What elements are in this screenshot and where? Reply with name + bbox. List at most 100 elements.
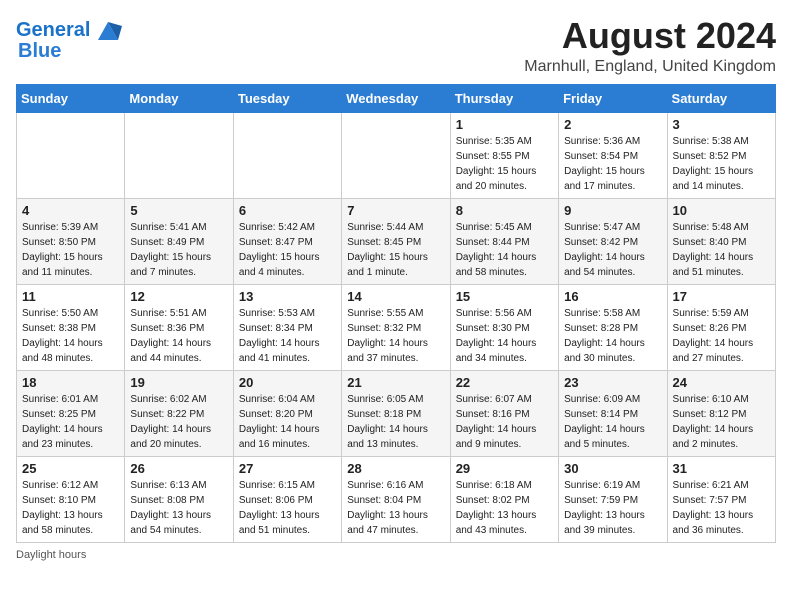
calendar-week-row: 25Sunrise: 6:12 AMSunset: 8:10 PMDayligh… xyxy=(17,456,776,542)
day-info: Sunrise: 5:48 AMSunset: 8:40 PMDaylight:… xyxy=(673,220,770,280)
day-number: 9 xyxy=(564,203,661,218)
day-info: Sunrise: 6:12 AMSunset: 8:10 PMDaylight:… xyxy=(22,478,119,538)
calendar-cell: 8 Sunrise: 5:45 AMSunset: 8:44 PMDaylight… xyxy=(450,198,558,284)
calendar-cell: 27 Sunrise: 6:15 AMSunset: 8:06 PMDayligh… xyxy=(233,456,341,542)
calendar-cell: 18 Sunrise: 6:01 AMSunset: 8:25 PMDayligh… xyxy=(17,370,125,456)
day-info: Sunrise: 6:21 AMSunset: 7:57 PMDaylight:… xyxy=(673,478,770,538)
calendar-cell: 2 Sunrise: 5:36 AMSunset: 8:54 PMDaylight… xyxy=(559,112,667,198)
calendar-cell xyxy=(342,112,450,198)
calendar-cell: 21 Sunrise: 6:05 AMSunset: 8:18 PMDayligh… xyxy=(342,370,450,456)
day-info: Sunrise: 6:05 AMSunset: 8:18 PMDaylight:… xyxy=(347,392,444,452)
day-number: 21 xyxy=(347,375,444,390)
weekday-header-saturday: Saturday xyxy=(667,84,775,112)
day-number: 30 xyxy=(564,461,661,476)
calendar-table: SundayMondayTuesdayWednesdayThursdayFrid… xyxy=(16,84,776,543)
weekday-header-tuesday: Tuesday xyxy=(233,84,341,112)
calendar-cell: 26 Sunrise: 6:13 AMSunset: 8:08 PMDayligh… xyxy=(125,456,233,542)
calendar-cell: 24 Sunrise: 6:10 AMSunset: 8:12 PMDayligh… xyxy=(667,370,775,456)
calendar-week-row: 4Sunrise: 5:39 AMSunset: 8:50 PMDaylight… xyxy=(17,198,776,284)
day-info: Sunrise: 6:18 AMSunset: 8:02 PMDaylight:… xyxy=(456,478,553,538)
day-number: 17 xyxy=(673,289,770,304)
day-info: Sunrise: 5:51 AMSunset: 8:36 PMDaylight:… xyxy=(130,306,227,366)
calendar-cell: 9 Sunrise: 5:47 AMSunset: 8:42 PMDaylight… xyxy=(559,198,667,284)
calendar-cell: 30 Sunrise: 6:19 AMSunset: 7:59 PMDayligh… xyxy=(559,456,667,542)
day-number: 16 xyxy=(564,289,661,304)
calendar-cell: 13Sunrise: 5:53 AMSunset: 8:34 PMDayligh… xyxy=(233,284,341,370)
calendar-cell: 5Sunrise: 5:41 AMSunset: 8:49 PMDaylight… xyxy=(125,198,233,284)
day-number: 2 xyxy=(564,117,661,132)
footer-note: Daylight hours xyxy=(16,549,776,561)
day-number: 14 xyxy=(347,289,444,304)
calendar-cell: 25Sunrise: 6:12 AMSunset: 8:10 PMDayligh… xyxy=(17,456,125,542)
calendar-cell: 7 Sunrise: 5:44 AMSunset: 8:45 PMDaylight… xyxy=(342,198,450,284)
calendar-cell: 31Sunrise: 6:21 AMSunset: 7:57 PMDayligh… xyxy=(667,456,775,542)
calendar-week-row: 18 Sunrise: 6:01 AMSunset: 8:25 PMDayligh… xyxy=(17,370,776,456)
day-info: Sunrise: 6:16 AMSunset: 8:04 PMDaylight:… xyxy=(347,478,444,538)
calendar-week-row: 1 Sunrise: 5:35 AMSunset: 8:55 PMDaylight… xyxy=(17,112,776,198)
day-number: 27 xyxy=(239,461,336,476)
calendar-cell xyxy=(125,112,233,198)
day-number: 4 xyxy=(22,203,119,218)
day-info: Sunrise: 5:44 AMSunset: 8:45 PMDaylight:… xyxy=(347,220,444,280)
calendar-cell: 20Sunrise: 6:04 AMSunset: 8:20 PMDayligh… xyxy=(233,370,341,456)
calendar-cell: 4Sunrise: 5:39 AMSunset: 8:50 PMDaylight… xyxy=(17,198,125,284)
calendar-cell: 16 Sunrise: 5:58 AMSunset: 8:28 PMDayligh… xyxy=(559,284,667,370)
day-info: Sunrise: 6:02 AMSunset: 8:22 PMDaylight:… xyxy=(130,392,227,452)
day-info: Sunrise: 5:42 AMSunset: 8:47 PMDaylight:… xyxy=(239,220,336,280)
logo-icon xyxy=(94,16,122,44)
calendar-cell: 11Sunrise: 5:50 AMSunset: 8:38 PMDayligh… xyxy=(17,284,125,370)
day-info: Sunrise: 5:36 AMSunset: 8:54 PMDaylight:… xyxy=(564,134,661,194)
day-number: 29 xyxy=(456,461,553,476)
weekday-header-friday: Friday xyxy=(559,84,667,112)
day-info: Sunrise: 5:35 AMSunset: 8:55 PMDaylight:… xyxy=(456,134,553,194)
weekday-header-monday: Monday xyxy=(125,84,233,112)
page-header: General Blue August 2024 Marnhull, Engla… xyxy=(16,16,776,76)
day-number: 15 xyxy=(456,289,553,304)
weekday-header-row: SundayMondayTuesdayWednesdayThursdayFrid… xyxy=(17,84,776,112)
month-year-title: August 2024 xyxy=(524,16,776,56)
logo: General Blue xyxy=(16,16,122,63)
day-info: Sunrise: 5:41 AMSunset: 8:49 PMDaylight:… xyxy=(130,220,227,280)
day-number: 28 xyxy=(347,461,444,476)
day-number: 23 xyxy=(564,375,661,390)
location-subtitle: Marnhull, England, United Kingdom xyxy=(524,58,776,76)
day-number: 19 xyxy=(130,375,227,390)
day-info: Sunrise: 5:58 AMSunset: 8:28 PMDaylight:… xyxy=(564,306,661,366)
calendar-cell: 22Sunrise: 6:07 AMSunset: 8:16 PMDayligh… xyxy=(450,370,558,456)
day-number: 8 xyxy=(456,203,553,218)
logo-text: General xyxy=(16,19,90,41)
day-number: 20 xyxy=(239,375,336,390)
day-number: 18 xyxy=(22,375,119,390)
weekday-header-thursday: Thursday xyxy=(450,84,558,112)
day-number: 13 xyxy=(239,289,336,304)
day-info: Sunrise: 6:10 AMSunset: 8:12 PMDaylight:… xyxy=(673,392,770,452)
calendar-cell: 12Sunrise: 5:51 AMSunset: 8:36 PMDayligh… xyxy=(125,284,233,370)
day-number: 6 xyxy=(239,203,336,218)
calendar-cell: 15 Sunrise: 5:56 AMSunset: 8:30 PMDayligh… xyxy=(450,284,558,370)
day-info: Sunrise: 5:56 AMSunset: 8:30 PMDaylight:… xyxy=(456,306,553,366)
calendar-cell: 23Sunrise: 6:09 AMSunset: 8:14 PMDayligh… xyxy=(559,370,667,456)
calendar-cell: 10 Sunrise: 5:48 AMSunset: 8:40 PMDayligh… xyxy=(667,198,775,284)
day-info: Sunrise: 6:19 AMSunset: 7:59 PMDaylight:… xyxy=(564,478,661,538)
day-info: Sunrise: 5:59 AMSunset: 8:26 PMDaylight:… xyxy=(673,306,770,366)
calendar-week-row: 11Sunrise: 5:50 AMSunset: 8:38 PMDayligh… xyxy=(17,284,776,370)
day-number: 11 xyxy=(22,289,119,304)
calendar-cell xyxy=(233,112,341,198)
calendar-cell: 17 Sunrise: 5:59 AMSunset: 8:26 PMDayligh… xyxy=(667,284,775,370)
day-number: 24 xyxy=(673,375,770,390)
calendar-cell: 29 Sunrise: 6:18 AMSunset: 8:02 PMDayligh… xyxy=(450,456,558,542)
day-info: Sunrise: 5:45 AMSunset: 8:44 PMDaylight:… xyxy=(456,220,553,280)
day-info: Sunrise: 6:13 AMSunset: 8:08 PMDaylight:… xyxy=(130,478,227,538)
day-number: 26 xyxy=(130,461,227,476)
calendar-cell: 3Sunrise: 5:38 AMSunset: 8:52 PMDaylight… xyxy=(667,112,775,198)
calendar-cell: 1 Sunrise: 5:35 AMSunset: 8:55 PMDaylight… xyxy=(450,112,558,198)
title-block: August 2024 Marnhull, England, United Ki… xyxy=(524,16,776,76)
day-number: 7 xyxy=(347,203,444,218)
day-number: 1 xyxy=(456,117,553,132)
day-number: 10 xyxy=(673,203,770,218)
day-info: Sunrise: 5:47 AMSunset: 8:42 PMDaylight:… xyxy=(564,220,661,280)
day-info: Sunrise: 6:15 AMSunset: 8:06 PMDaylight:… xyxy=(239,478,336,538)
day-info: Sunrise: 6:01 AMSunset: 8:25 PMDaylight:… xyxy=(22,392,119,452)
calendar-cell: 6 Sunrise: 5:42 AMSunset: 8:47 PMDaylight… xyxy=(233,198,341,284)
day-info: Sunrise: 5:55 AMSunset: 8:32 PMDaylight:… xyxy=(347,306,444,366)
